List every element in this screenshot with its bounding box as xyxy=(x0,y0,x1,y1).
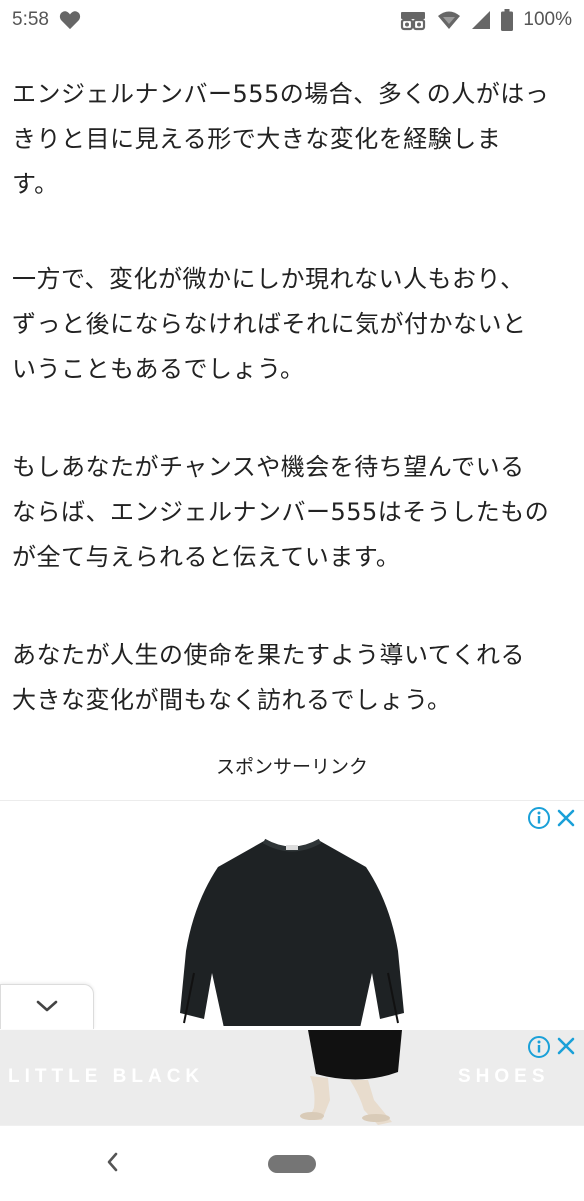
article-paragraph: エンジェルナンバー555の場合、多くの人がはっ きりと目に見える形で大きな変化を… xyxy=(12,72,574,207)
home-pill[interactable] xyxy=(268,1155,316,1173)
signal-icon xyxy=(471,10,491,30)
status-time: 5:58 xyxy=(12,9,49,30)
banner-ad-controls xyxy=(528,1036,576,1062)
status-left: 5:58 xyxy=(12,9,81,31)
text-line: いうこともあるでしょう。 xyxy=(12,355,305,383)
text-line: ならば、エンジェルナンバー555はそうしたもの xyxy=(12,498,550,526)
text-line: す。 xyxy=(12,170,59,198)
text-line: きりと目に見える形で大きな変化を経験しま xyxy=(12,125,502,153)
article-paragraph: もしあなたがチャンスや機会を待ち望んでいる ならば、エンジェルナンバー555はそ… xyxy=(12,445,574,580)
text-line: ずっと後にならなければそれに気が付かないと xyxy=(12,310,527,338)
article-body: エンジェルナンバー555の場合、多くの人がはっ きりと目に見える形で大きな変化を… xyxy=(12,72,574,776)
battery-icon xyxy=(501,9,514,31)
text-line: 一方で、変化が微かにしか現れない人もおり、 xyxy=(12,265,525,293)
ad-sweater-image[interactable] xyxy=(176,823,408,1026)
back-icon[interactable] xyxy=(102,1148,122,1180)
ad-close-icon[interactable] xyxy=(556,1036,576,1062)
banner-text-right: SHOES xyxy=(458,1066,550,1087)
article-paragraph: あなたが人生の使命を果たすよう導いてくれる 大きな変化が間もなく訪れるでしょう。 xyxy=(12,633,574,723)
wifi-icon xyxy=(437,10,461,30)
article-paragraph: 一方で、変化が微かにしか現れない人もおり、 ずっと後にならなければそれに気が付か… xyxy=(12,257,574,392)
ad-info-icon[interactable] xyxy=(528,1036,550,1062)
vpn-icon xyxy=(399,9,427,31)
text-line: が全て与えられると伝えています。 xyxy=(12,543,401,571)
navigation-bar xyxy=(0,1125,584,1201)
sponsor-link-label: スポンサーリンク xyxy=(215,756,368,778)
ad-close-icon[interactable] xyxy=(556,808,576,828)
banner-ad[interactable]: LITTLE BLACK SHOES xyxy=(0,1030,584,1125)
text-line: エンジェルナンバー555の場合、多くの人がはっ xyxy=(12,80,550,108)
text-line: あなたが人生の使命を果たすよう導いてくれる xyxy=(12,641,526,669)
ad-info-icon[interactable] xyxy=(528,807,550,829)
banner-model-image xyxy=(300,1030,402,1125)
heart-icon xyxy=(59,10,81,30)
text-line: もしあなたがチャンスや機会を待ち望んでいる xyxy=(12,453,525,481)
chevron-down-icon xyxy=(35,998,59,1017)
status-right: 100% xyxy=(399,9,572,31)
text-line: 大きな変化が間もなく訪れるでしょう。 xyxy=(12,686,452,714)
ad-controls xyxy=(528,807,576,829)
ad-collapse-button[interactable] xyxy=(0,984,94,1029)
status-bar: 5:58 100% xyxy=(0,0,584,40)
banner-text-left: LITTLE BLACK xyxy=(8,1066,205,1087)
battery-percent: 100% xyxy=(523,9,572,30)
